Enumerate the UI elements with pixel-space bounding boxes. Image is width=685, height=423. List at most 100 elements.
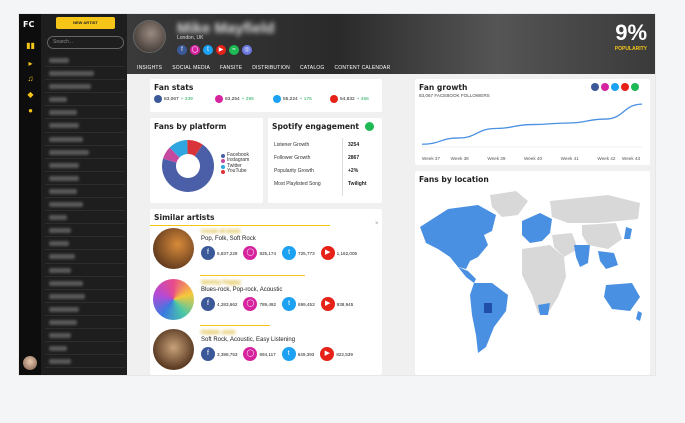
fan-growth-card: Fan growth 83,067 FACEBOOK FOLLOWERS Wee… — [415, 79, 650, 165]
artist-list-item-label — [49, 188, 77, 194]
spotify-icon[interactable]: ≈ — [229, 45, 239, 55]
artist-avatar — [133, 20, 166, 53]
artist-list-panel: NEW ARTIST Search... — [41, 14, 127, 375]
twitter-icon — [273, 95, 281, 103]
map-region-bolivia — [484, 303, 492, 313]
user-icon[interactable]: ● — [26, 106, 35, 115]
artist-list-item-label — [49, 110, 77, 116]
artist-list-item[interactable] — [45, 264, 125, 277]
artist-list-item-label — [49, 241, 69, 247]
fans-by-platform-title: Fans by platform — [154, 122, 227, 131]
similar-artist-item[interactable]: Rabbit Junk Soft Rock, Acoustic, Easy Li… — [153, 329, 378, 375]
app-logo[interactable]: FC — [23, 20, 34, 29]
similar-artist-item[interactable]: Circle of Dust Pop, Folk, Soft Rock f 5,8… — [153, 228, 378, 274]
stat-facebook: f 3,398,753 — [201, 347, 237, 361]
facebook-icon: f — [201, 347, 215, 361]
x-tick-label: Week 41 — [561, 156, 579, 161]
artist-list-item[interactable] — [45, 211, 125, 225]
facebook-icon[interactable] — [591, 83, 599, 91]
similar-artist-stats: f 3,398,753 ◯ 694,117 t 649,393 ▶ 822,539 — [201, 347, 353, 361]
stat-facebook: f 4,283,662 — [201, 297, 237, 311]
artist-list-item-label — [49, 175, 79, 181]
artist-list-item[interactable] — [45, 342, 125, 356]
artist-photo — [153, 329, 194, 370]
similar-artists-title: Similar artists — [154, 213, 215, 222]
app-window: FC ▮▮ ▸ ♫ ◆ ● NEW ARTIST Search... Mike … — [19, 14, 655, 375]
artist-list-item-label — [49, 267, 71, 273]
artist-list-item-label — [49, 293, 85, 299]
spotify-row-listener-growth: Listener Growth 3254 — [274, 142, 360, 148]
instagram-icon[interactable]: ◯ — [190, 45, 200, 55]
similar-artist-item[interactable]: Skinny Puppy Blues-rock, Pop-rock, Acous… — [153, 279, 378, 325]
stat-youtube: ▶ 938,945 — [320, 297, 353, 311]
globe-icon[interactable]: ◎ — [242, 45, 252, 55]
artist-list-item-label — [49, 319, 77, 325]
artist-list-item[interactable] — [45, 67, 125, 81]
stat-twitter: t 699,453 — [282, 297, 315, 311]
x-tick-label: Week 43 — [622, 156, 640, 161]
chart-icon[interactable]: ▮▮ — [26, 41, 35, 50]
growth-series-line — [421, 103, 643, 145]
stat-twitter: t 725,773 — [282, 246, 315, 260]
similar-artist-stats: f 5,837,229 ◯ 825,174 t 725,773 ▶ 1,162,005 — [201, 246, 357, 260]
youtube-icon[interactable]: ▶ — [216, 45, 226, 55]
artist-list-item[interactable] — [45, 54, 125, 68]
artist-search-input[interactable]: Search... — [47, 36, 124, 49]
artist-list-item-label — [49, 97, 67, 103]
artist-list-item[interactable] — [45, 198, 125, 212]
artist-list-item[interactable] — [45, 316, 125, 329]
artist-list-item[interactable] — [45, 119, 125, 133]
tag-icon[interactable]: ◆ — [26, 90, 35, 99]
new-artist-button[interactable]: NEW ARTIST — [56, 17, 115, 29]
artist-list-item[interactable] — [45, 159, 125, 172]
megaphone-icon[interactable]: ▸ — [26, 59, 35, 68]
stat-youtube: ▶ 1,162,005 — [320, 246, 357, 260]
fan-growth-platform-filter — [591, 83, 639, 91]
artist-list-item[interactable] — [45, 93, 125, 107]
artist-list-item[interactable] — [45, 250, 125, 264]
instagram-icon: ◯ — [243, 347, 258, 361]
artist-list-item[interactable] — [45, 185, 125, 199]
music-note-icon[interactable]: ♫ — [26, 74, 35, 83]
artist-list-item[interactable] — [45, 277, 125, 290]
artist-list-item-label — [49, 58, 69, 63]
artist-list-item[interactable] — [45, 237, 125, 251]
artist-list-item[interactable] — [45, 303, 125, 316]
spotify-icon[interactable] — [631, 83, 639, 91]
facebook-icon — [154, 95, 162, 103]
artist-list-item[interactable] — [45, 224, 125, 238]
artist-list-item[interactable] — [45, 133, 125, 146]
instagram-icon — [215, 95, 223, 103]
stat-twitter: t 649,393 — [281, 347, 314, 361]
popularity-label: POPULARITY — [614, 46, 647, 52]
artist-list-item[interactable] — [45, 146, 125, 159]
youtube-icon[interactable] — [621, 83, 629, 91]
close-icon[interactable]: × — [375, 221, 379, 227]
artist-list-item-label — [49, 162, 79, 168]
user-avatar[interactable] — [23, 356, 37, 370]
fans-world-map — [418, 187, 644, 367]
separator — [200, 325, 270, 326]
fan-growth-title: Fan growth — [419, 83, 468, 92]
artist-list-item[interactable] — [45, 80, 125, 94]
artist-photo — [153, 228, 194, 269]
instagram-icon: ◯ — [243, 297, 258, 311]
artist-list-item[interactable] — [45, 106, 125, 120]
youtube-icon: ▶ — [320, 297, 335, 311]
spotify-row-popularity-growth: Popularity Growth +2% — [274, 168, 359, 174]
facebook-icon[interactable]: f — [177, 45, 187, 55]
artist-list-item[interactable] — [45, 290, 125, 303]
x-tick-label: Week 39 — [487, 156, 505, 161]
similar-artist-name: Circle of Dust — [201, 229, 241, 235]
artist-list-item[interactable] — [45, 355, 125, 369]
x-tick-label: Week 37 — [422, 156, 440, 161]
artist-list-item[interactable] — [45, 172, 125, 185]
artist-list-item-label — [49, 84, 91, 90]
twitter-icon[interactable] — [611, 83, 619, 91]
artist-list-item[interactable] — [45, 329, 125, 343]
facebook-icon: f — [201, 297, 215, 311]
spotify-row-follower-growth: Follower Growth 2867 — [274, 155, 360, 161]
artist-location: London, UK — [177, 35, 204, 41]
instagram-icon[interactable] — [601, 83, 609, 91]
twitter-icon[interactable]: t — [203, 45, 213, 55]
